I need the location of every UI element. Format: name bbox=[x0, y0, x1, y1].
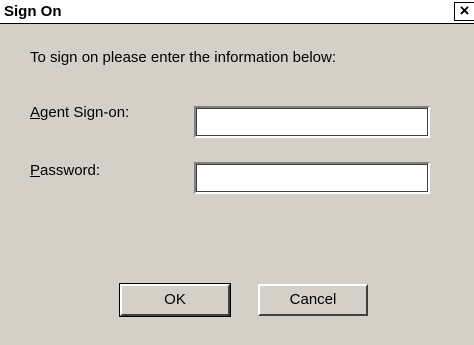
sign-on-dialog: Sign On × To sign on please enter the in… bbox=[0, 0, 474, 345]
ok-button[interactable]: OK bbox=[119, 283, 231, 317]
password-input[interactable] bbox=[194, 162, 430, 194]
dialog-title: Sign On bbox=[4, 3, 62, 20]
title-bar: Sign On × bbox=[0, 0, 474, 24]
agent-sign-on-input[interactable] bbox=[194, 106, 430, 138]
close-icon: × bbox=[459, 1, 470, 20]
password-label: Password: bbox=[30, 162, 101, 179]
cancel-button[interactable]: Cancel bbox=[258, 284, 368, 316]
close-button[interactable]: × bbox=[454, 2, 474, 21]
agent-sign-on-label: Agent Sign-on: bbox=[30, 104, 130, 121]
instruction-text: To sign on please enter the information … bbox=[30, 49, 337, 66]
